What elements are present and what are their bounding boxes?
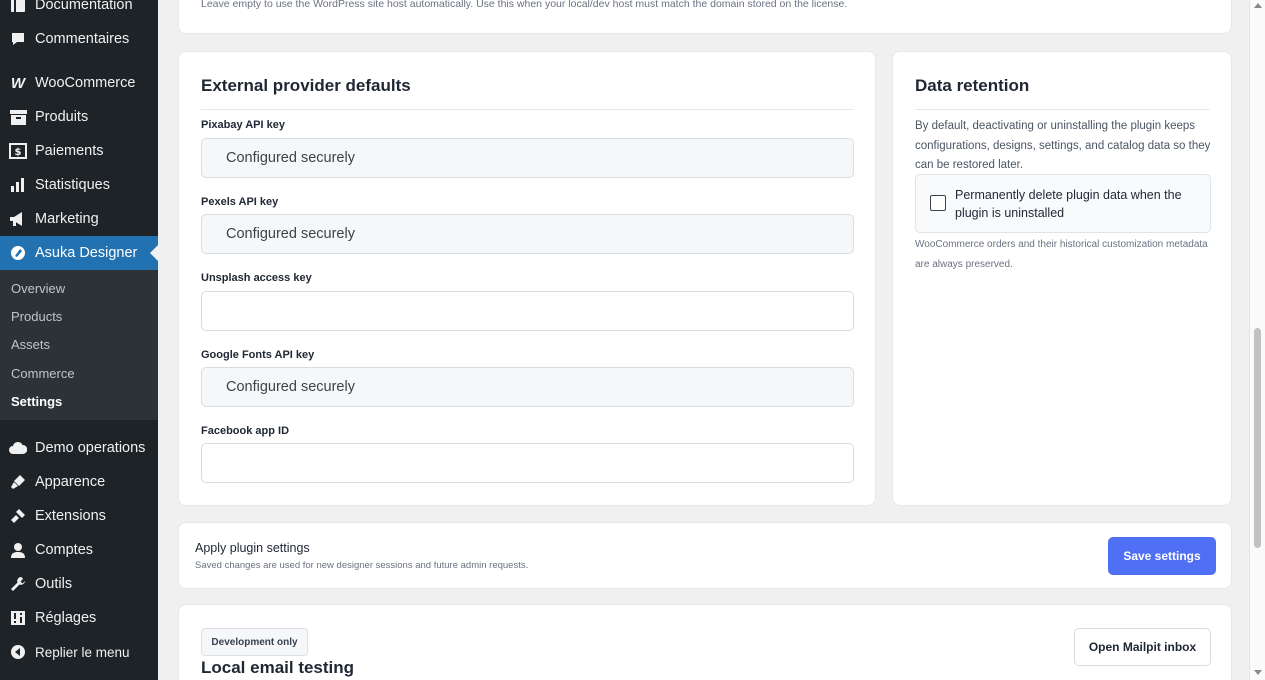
appearance-icon bbox=[8, 472, 28, 492]
retention-description: By default, deactivating or uninstalling… bbox=[915, 120, 1211, 171]
sidebar-item-label: Extensions bbox=[35, 508, 106, 524]
sidebar-item-documentation[interactable]: Documentation bbox=[0, 0, 158, 22]
sidebar-item-label: WooCommerce bbox=[35, 75, 136, 91]
svg-text:$: $ bbox=[15, 147, 22, 158]
unsplash-access-key-input[interactable] bbox=[201, 291, 854, 331]
asuka-designer-submenu: Overview Products Assets Commerce Settin… bbox=[0, 270, 158, 420]
sidebar-item-tools[interactable]: Outils bbox=[0, 567, 158, 601]
card-title: Local email testing bbox=[201, 658, 355, 677]
development-only-badge: Development only bbox=[201, 628, 308, 656]
sidebar-item-marketing[interactable]: Marketing bbox=[0, 202, 158, 236]
collapse-icon bbox=[8, 642, 28, 662]
sidebar-item-label: Comptes bbox=[35, 542, 94, 558]
google-fonts-api-key-input[interactable]: Configured securely bbox=[201, 367, 854, 407]
divider bbox=[915, 109, 1210, 110]
sidebar-item-payments[interactable]: $ Paiements bbox=[0, 134, 158, 168]
retention-note: WooCommerce orders and their historical … bbox=[915, 239, 1208, 270]
page-scrollbar[interactable] bbox=[1249, 0, 1265, 680]
submenu-item-overview[interactable]: Overview bbox=[11, 281, 65, 296]
woocommerce-icon: W bbox=[10, 74, 26, 92]
submenu-item-commerce[interactable]: Commerce bbox=[11, 366, 75, 381]
data-retention-card: Data retention By default, deactivating … bbox=[892, 51, 1232, 506]
sidebar-item-woocommerce[interactable]: W WooCommerce bbox=[0, 66, 158, 100]
payments-icon: $ bbox=[8, 141, 28, 161]
comments-icon bbox=[8, 29, 28, 49]
scroll-down-arrow-icon[interactable] bbox=[1254, 670, 1262, 675]
external-providers-card: External provider defaults Pixabay API k… bbox=[178, 51, 876, 506]
sidebar-item-plugins[interactable]: Extensions bbox=[0, 499, 158, 533]
sidebar-item-label: Réglages bbox=[35, 610, 97, 626]
sidebar-item-label: Asuka Designer bbox=[35, 245, 138, 261]
divider bbox=[201, 109, 854, 110]
cloud-icon bbox=[8, 438, 28, 458]
sidebar-item-label: Apparence bbox=[35, 474, 106, 490]
sidebar-item-label: Documentation bbox=[35, 0, 133, 13]
scroll-thumb[interactable] bbox=[1254, 328, 1261, 548]
sidebar-item-users[interactable]: Comptes bbox=[0, 533, 158, 567]
sidebar-item-statistics[interactable]: Statistiques bbox=[0, 168, 158, 202]
local-email-card: Development only Local email testing Ope… bbox=[178, 604, 1232, 680]
delete-data-checkbox[interactable] bbox=[930, 195, 946, 211]
apply-settings-subtitle: Saved changes are used for new designer … bbox=[195, 560, 529, 571]
sidebar-collapse-button[interactable]: Replier le menu bbox=[0, 635, 158, 669]
scroll-up-arrow-icon[interactable] bbox=[1254, 3, 1262, 8]
sidebar-item-label: Outils bbox=[35, 576, 73, 592]
save-settings-button[interactable]: Save settings bbox=[1108, 537, 1216, 575]
facebook-app-id-label: Facebook app ID bbox=[201, 425, 290, 437]
pixabay-api-key-label: Pixabay API key bbox=[201, 119, 285, 131]
pexels-api-key-input[interactable]: Configured securely bbox=[201, 214, 854, 254]
users-icon bbox=[8, 540, 28, 560]
sidebar-item-products[interactable]: Produits bbox=[0, 100, 158, 134]
sidebar-item-asuka-designer[interactable]: Asuka Designer bbox=[0, 236, 158, 270]
documentation-icon bbox=[8, 0, 28, 15]
license-card: Leave empty to use the WordPress site ho… bbox=[178, 0, 1232, 34]
submenu-item-products[interactable]: Products bbox=[11, 309, 62, 324]
unsplash-access-key-label: Unsplash access key bbox=[201, 272, 312, 284]
tools-icon bbox=[8, 574, 28, 594]
google-fonts-api-key-label: Google Fonts API key bbox=[201, 349, 315, 361]
sidebar-item-settings[interactable]: Réglages bbox=[0, 601, 158, 635]
apply-settings-card: Apply plugin settings Saved changes are … bbox=[178, 522, 1232, 589]
sidebar-item-label: Marketing bbox=[35, 211, 99, 227]
pexels-api-key-label: Pexels API key bbox=[201, 196, 279, 208]
settings-icon bbox=[8, 608, 28, 628]
submenu-item-settings[interactable]: Settings bbox=[11, 394, 62, 409]
sidebar-item-label: Statistiques bbox=[35, 177, 110, 193]
sidebar-item-appearance[interactable]: Apparence bbox=[0, 465, 158, 499]
stats-icon bbox=[8, 175, 28, 195]
sidebar-item-label: Demo operations bbox=[35, 440, 146, 456]
sidebar-item-label: Paiements bbox=[35, 143, 104, 159]
card-title: External provider defaults bbox=[201, 76, 411, 95]
open-mailpit-button[interactable]: Open Mailpit inbox bbox=[1074, 628, 1211, 666]
delete-data-option[interactable]: Permanently delete plugin data when the … bbox=[915, 174, 1211, 233]
sidebar-item-label: Replier le menu bbox=[35, 644, 130, 660]
card-title: Data retention bbox=[915, 76, 1030, 95]
marketing-icon bbox=[8, 209, 28, 229]
plugins-icon bbox=[8, 506, 28, 526]
submenu-item-assets[interactable]: Assets bbox=[11, 337, 50, 352]
facebook-app-id-input[interactable] bbox=[201, 443, 854, 483]
admin-sidebar: Documentation Commentaires W WooCommerce… bbox=[0, 0, 158, 680]
products-icon bbox=[8, 107, 28, 127]
apply-settings-title: Apply plugin settings bbox=[195, 541, 310, 555]
domain-field-hint: Leave empty to use the WordPress site ho… bbox=[201, 0, 848, 10]
sidebar-item-label: Commentaires bbox=[35, 31, 130, 47]
delete-data-checkbox-label: Permanently delete plugin data when the … bbox=[955, 188, 1182, 220]
sidebar-item-demo-operations[interactable]: Demo operations bbox=[0, 431, 158, 465]
asuka-designer-icon bbox=[8, 243, 28, 263]
sidebar-item-label: Produits bbox=[35, 109, 89, 125]
sidebar-item-comments[interactable]: Commentaires bbox=[0, 22, 158, 56]
pixabay-api-key-input[interactable]: Configured securely bbox=[201, 138, 854, 178]
